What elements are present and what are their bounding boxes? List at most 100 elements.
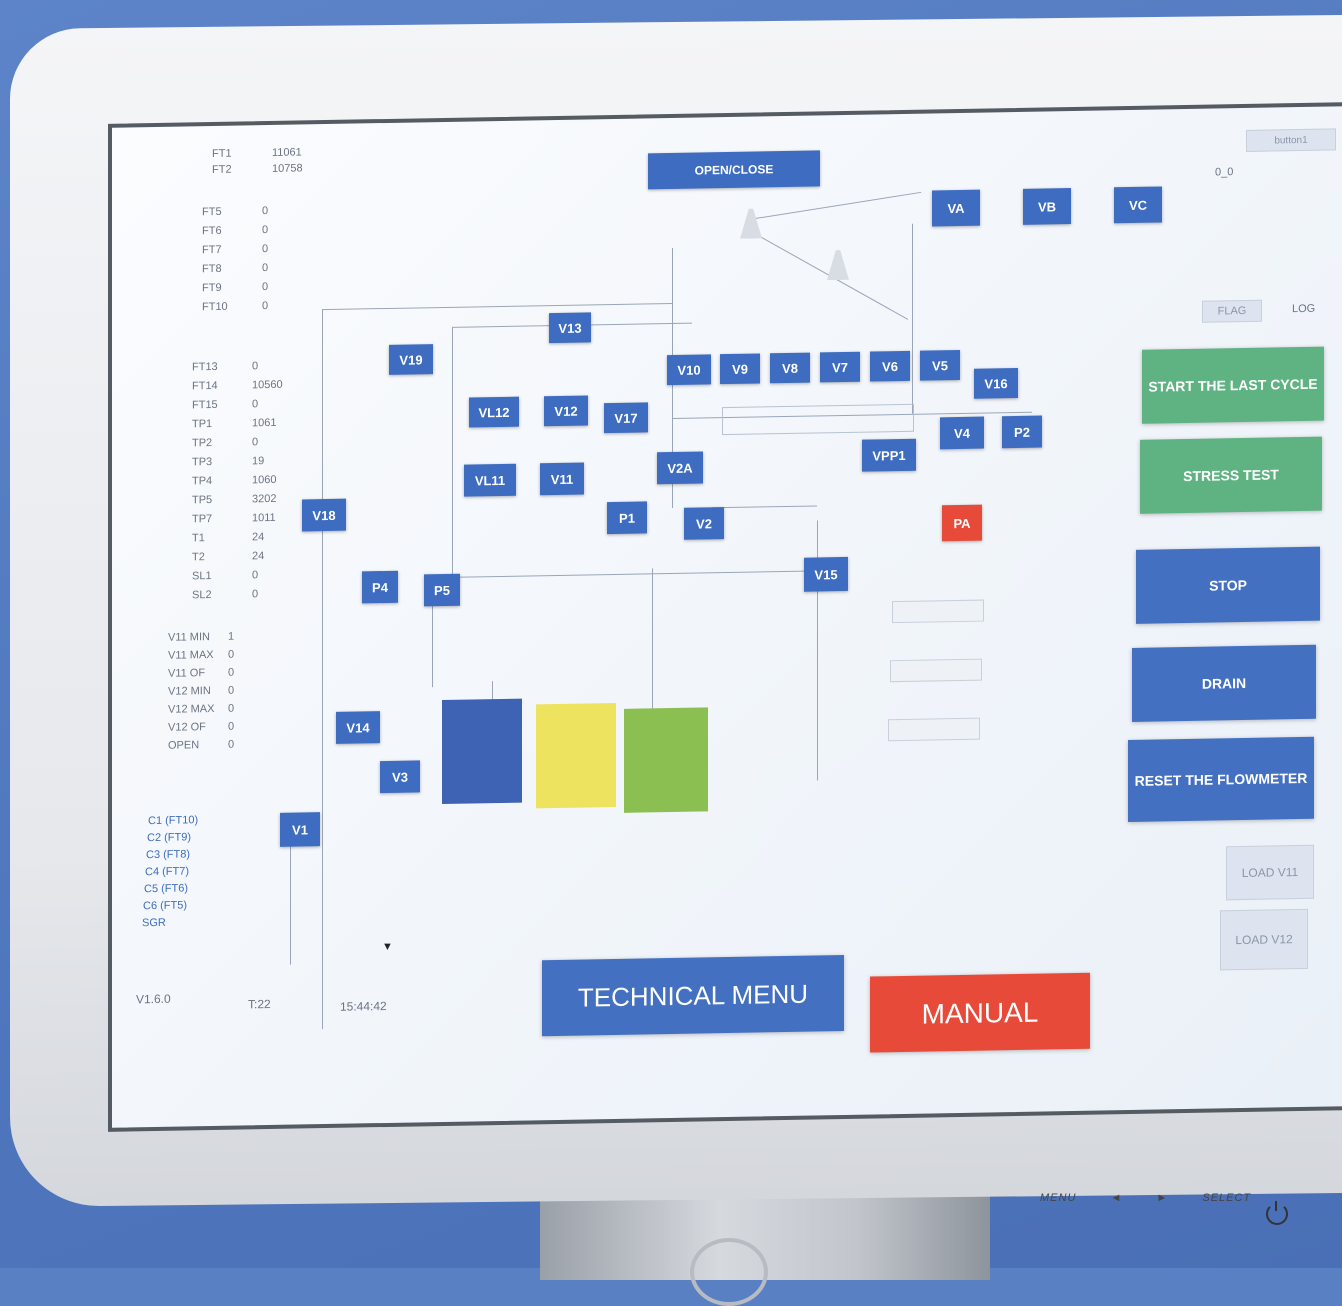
- valve-v4-button[interactable]: V4: [940, 416, 984, 450]
- valve-v12-button[interactable]: V12: [544, 395, 588, 427]
- load-v12-button[interactable]: LOAD V12: [1220, 908, 1308, 971]
- stress-test-button[interactable]: STRESS TEST: [1140, 436, 1322, 514]
- input-box[interactable]: [888, 717, 980, 742]
- sensor-value: 0: [252, 436, 259, 449]
- valve-v14-button[interactable]: V14: [336, 711, 380, 744]
- valve-v2-button[interactable]: V2: [684, 507, 724, 540]
- counter-label: C4 (FT7): [145, 865, 189, 879]
- valve-vb-button[interactable]: VB: [1023, 188, 1071, 225]
- valve-v16-button[interactable]: V16: [974, 367, 1018, 399]
- valve-v2a-button[interactable]: V2A: [657, 451, 703, 485]
- valve-v8-button[interactable]: V8: [770, 352, 810, 384]
- start-last-cycle-button[interactable]: START THE LAST CYCLE: [1142, 346, 1324, 424]
- sensor-row: FT14 10560: [192, 379, 283, 393]
- dropdown-arrow-icon[interactable]: ▼: [382, 941, 393, 953]
- valve-v9-button[interactable]: V9: [720, 353, 760, 385]
- sensor-label: FT7: [202, 243, 222, 257]
- sensor-label: TP5: [192, 494, 213, 507]
- sensor-value: 10758: [272, 162, 303, 175]
- counter-label: C2 (FT9): [147, 831, 191, 845]
- scale-weight-right: [827, 250, 849, 280]
- stand-cable-hole: [690, 1238, 768, 1306]
- valve-v19-button[interactable]: V19: [389, 344, 433, 375]
- sensor-row: T1 24: [192, 531, 264, 544]
- clock-text: 15:44:42: [340, 998, 387, 1014]
- valve-v11-button[interactable]: V11: [540, 462, 584, 496]
- sensor-value: 0: [262, 281, 269, 294]
- stop-button[interactable]: STOP: [1136, 546, 1320, 624]
- open-close-button[interactable]: OPEN/CLOSE: [648, 150, 820, 190]
- technical-menu-button[interactable]: TECHNICAL MENU: [542, 954, 844, 1037]
- valve-v7-button[interactable]: V7: [820, 351, 860, 383]
- sensor-label: TP3: [192, 456, 213, 469]
- sensor-label: TP4: [192, 475, 213, 488]
- valve-p1-button[interactable]: P1: [607, 501, 647, 535]
- sensor-value: 3202: [252, 492, 277, 506]
- sensor-row: FT5 0: [202, 205, 268, 218]
- sensor-row: V11 OF 0: [168, 667, 234, 680]
- counter-label: SGR: [142, 916, 166, 930]
- reset-flowmeter-button[interactable]: RESET THE FLOWMETER: [1128, 736, 1314, 823]
- valve-vc-button[interactable]: VC: [1114, 186, 1162, 224]
- sensor-value: 0: [228, 684, 235, 697]
- sensor-label: V11 MIN: [168, 631, 210, 644]
- sensor-row: FT15 0: [192, 398, 258, 411]
- sensor-value: 0: [228, 738, 235, 751]
- manual-button[interactable]: MANUAL: [870, 972, 1090, 1053]
- load-v11-button[interactable]: LOAD V11: [1226, 844, 1314, 901]
- sensor-value: 0: [262, 224, 269, 237]
- sensor-value: 1: [228, 630, 235, 643]
- valve-pa-button[interactable]: PA: [942, 504, 982, 542]
- flag-button[interactable]: FLAG: [1202, 299, 1262, 323]
- valve-v15-button[interactable]: V15: [804, 556, 848, 592]
- button1[interactable]: button1: [1246, 128, 1336, 152]
- sensor-value: 1011: [252, 511, 276, 525]
- valve-v10-button[interactable]: V10: [667, 354, 711, 386]
- sensor-value: 0: [228, 702, 235, 715]
- select-key[interactable]: SELECT: [1202, 1192, 1251, 1204]
- sensor-value: 1060: [252, 473, 277, 487]
- valve-v13-button[interactable]: V13: [549, 312, 591, 344]
- pipe: [652, 568, 653, 709]
- input-box[interactable]: [892, 599, 984, 624]
- valve-vpp1-button[interactable]: VPP1: [862, 438, 916, 472]
- right-readout: 0_0: [1215, 166, 1234, 179]
- valve-v1-button[interactable]: V1: [280, 812, 320, 847]
- sensor-label: V12 MAX: [168, 702, 215, 716]
- power-icon[interactable]: [1266, 1201, 1288, 1225]
- sensor-label: V11 OF: [168, 667, 206, 680]
- sensor-label: TP2: [192, 437, 213, 450]
- sensor-row: TP4 1060: [192, 474, 276, 487]
- valve-v5-button[interactable]: V5: [920, 349, 960, 381]
- valve-p5-button[interactable]: P5: [424, 573, 460, 607]
- counter-label: C5 (FT6): [144, 882, 188, 896]
- sensor-label: FT15: [192, 398, 218, 412]
- valve-v3-button[interactable]: V3: [380, 760, 420, 794]
- valve-va-button[interactable]: VA: [932, 189, 980, 227]
- manifold: [722, 403, 914, 436]
- sensor-row: OPEN 0: [168, 739, 234, 752]
- valve-vl11-button[interactable]: VL11: [464, 463, 516, 497]
- menu-key[interactable]: MENU: [1040, 1192, 1076, 1204]
- input-box[interactable]: [890, 658, 982, 683]
- left-key-icon[interactable]: ◄: [1110, 1192, 1122, 1204]
- pipe: [432, 570, 812, 579]
- sensor-value: 0: [262, 205, 269, 218]
- valve-v18-button[interactable]: V18: [302, 498, 346, 532]
- valve-v6-button[interactable]: V6: [870, 350, 910, 382]
- sensor-label: SL1: [192, 570, 212, 583]
- sensor-label: FT8: [202, 262, 222, 276]
- sensor-label: FT9: [202, 281, 222, 295]
- valve-vl12-button[interactable]: VL12: [469, 396, 519, 428]
- valve-p4-button[interactable]: P4: [362, 570, 398, 604]
- valve-v17-button[interactable]: V17: [604, 402, 648, 434]
- counter-label: C3 (FT8): [146, 848, 190, 862]
- tank-yellow: [536, 702, 616, 809]
- sensor-row: V11 MIN 1: [168, 631, 234, 644]
- drain-button[interactable]: DRAIN: [1132, 644, 1316, 722]
- sensor-label: V12 OF: [168, 721, 206, 734]
- sensor-label: V11 MAX: [168, 648, 214, 662]
- sensor-value: 19: [252, 455, 265, 468]
- right-key-icon[interactable]: ►: [1156, 1192, 1168, 1204]
- valve-p2-button[interactable]: P2: [1002, 415, 1042, 449]
